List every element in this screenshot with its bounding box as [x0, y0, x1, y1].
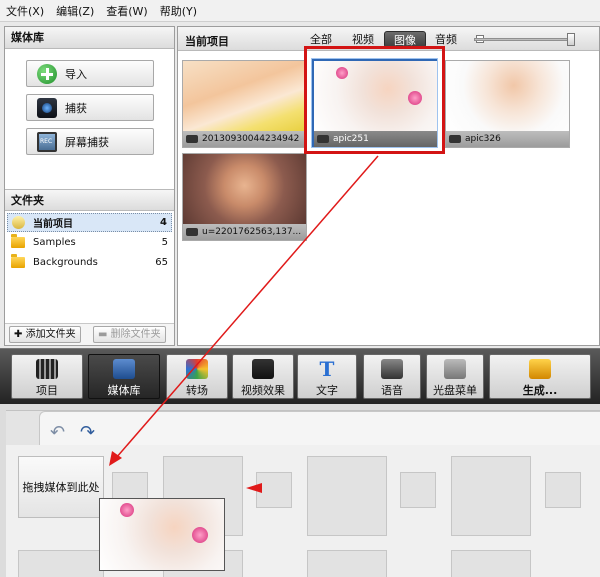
folder-name: Samples — [33, 237, 76, 248]
thumb-image — [183, 154, 306, 224]
folder-list: 当前项目 4 Samples 5 Backgrounds 65 — [5, 211, 174, 341]
delete-folder-button[interactable]: ▬ 删除文件夹 — [93, 326, 166, 343]
toolbar-label: 项目 — [36, 384, 58, 397]
project-icon — [12, 216, 25, 229]
storyboard-tab-bar: ↶ ↷ — [39, 411, 600, 445]
flower-icon — [192, 527, 208, 543]
toolbar-label: 生成... — [522, 384, 558, 397]
menu-view[interactable]: 查看(W) — [106, 3, 147, 19]
storyboard-clip-slot[interactable] — [18, 550, 104, 577]
toolbar-voice-button[interactable]: 语音 — [363, 354, 421, 399]
thumb-caption: 20130930044234942 — [183, 131, 306, 147]
toolbar-video-effects-button[interactable]: 视频效果 — [232, 354, 294, 399]
import-icon — [37, 63, 57, 84]
folder-count: 5 — [161, 237, 168, 248]
folder-item-current-project[interactable]: 当前项目 4 — [7, 213, 172, 232]
thumb-caption: u=2201762563,137... — [183, 224, 306, 240]
toolbar-disc-menu-button[interactable]: 光盘菜单 — [426, 354, 484, 399]
selection-highlight-box — [304, 46, 445, 154]
menu-bar: 文件(X) 编辑(Z) 查看(W) 帮助(Y) — [0, 0, 600, 22]
capture-button[interactable]: 捕获 — [26, 94, 154, 121]
add-folder-label: 添加文件夹 — [25, 329, 76, 340]
disc-menu-icon — [444, 359, 466, 379]
screen-capture-button[interactable]: 屏幕捕获 — [26, 128, 154, 155]
storyboard-transition-slot[interactable] — [545, 472, 581, 508]
capture-label: 捕获 — [65, 101, 87, 115]
folder-item-backgrounds[interactable]: Backgrounds 65 — [7, 253, 172, 272]
storyboard-transition-slot[interactable] — [256, 472, 292, 508]
thumb-image — [446, 61, 569, 131]
toolbar-label: 光盘菜单 — [433, 384, 477, 397]
media-buttons: 导入 捕获 屏幕捕获 — [5, 49, 174, 161]
clapper-icon — [36, 359, 58, 379]
folder-icon — [11, 254, 25, 268]
media-library-icon — [113, 359, 135, 379]
zoom-slider-thumb[interactable] — [567, 33, 575, 46]
flower-icon — [120, 503, 134, 517]
storyboard-clip-slot[interactable] — [451, 456, 531, 536]
screen-capture-label: 屏幕捕获 — [65, 135, 109, 149]
minus-icon: ▬ — [98, 329, 108, 340]
text-icon: T — [319, 357, 335, 381]
transition-icon — [186, 359, 208, 379]
camera-icon — [37, 97, 57, 118]
plus-icon: ✚ — [14, 329, 23, 340]
toolbar-label: 视频效果 — [241, 384, 285, 397]
left-panel: 媒体库 导入 捕获 屏幕捕获 文件夹 当前项目 4 Samples 5 Back… — [4, 26, 175, 346]
delete-folder-label: 删除文件夹 — [110, 329, 161, 340]
screen-record-icon — [37, 131, 57, 152]
toolbar-generate-button[interactable]: 生成... — [489, 354, 591, 399]
storyboard-transition-slot[interactable] — [400, 472, 436, 508]
generate-icon — [529, 359, 551, 379]
folders-title: 文件夹 — [5, 189, 174, 211]
add-folder-button[interactable]: ✚ 添加文件夹 — [9, 326, 81, 343]
storyboard-clip-slot[interactable] — [307, 456, 387, 536]
import-label: 导入 — [65, 67, 87, 81]
media-library-title: 媒体库 — [5, 27, 174, 49]
menu-file[interactable]: 文件(X) — [6, 3, 44, 19]
zoom-slider[interactable] — [474, 38, 568, 41]
media-thumb[interactable]: 20130930044234942 — [182, 60, 307, 148]
dragged-image-preview — [99, 498, 225, 571]
storyboard-body: 拖拽媒体到此处 — [6, 445, 600, 577]
toolbar-label: 文字 — [316, 384, 338, 397]
folder-count: 4 — [160, 217, 167, 228]
thumb-image — [183, 61, 306, 131]
toolbar-media-library-button[interactable]: 媒体库 — [88, 354, 160, 399]
toolbar-text-button[interactable]: T 文字 — [297, 354, 357, 399]
storyboard-panel: ↶ ↷ 拖拽媒体到此处 — [6, 410, 600, 577]
toolbar-label: 媒体库 — [107, 384, 141, 397]
media-thumb[interactable]: apic326 — [445, 60, 570, 148]
microphone-icon — [381, 359, 403, 379]
folder-icon — [11, 234, 25, 248]
menu-help[interactable]: 帮助(Y) — [160, 3, 197, 19]
storyboard-clip-slot[interactable] — [307, 550, 387, 577]
current-project-title: 当前项目 — [185, 35, 229, 48]
folder-actions: ✚ 添加文件夹 ▬ 删除文件夹 — [5, 323, 174, 345]
toolbar-label: 语音 — [381, 384, 403, 397]
folder-count: 65 — [155, 257, 168, 268]
drop-media-here-button[interactable]: 拖拽媒体到此处 — [18, 456, 104, 518]
folder-name: Backgrounds — [33, 257, 98, 268]
storyboard-area: ↶ ↷ 拖拽媒体到此处 — [0, 404, 600, 577]
toolbar-project-button[interactable]: 项目 — [11, 354, 83, 399]
main-toolbar: 项目 媒体库 转场 视频效果 T 文字 语音 光盘菜单 生成... — [0, 348, 600, 404]
thumb-caption: apic326 — [446, 131, 569, 147]
folder-name: 当前项目 — [33, 219, 73, 230]
folder-item-samples[interactable]: Samples 5 — [7, 233, 172, 252]
undo-icon[interactable]: ↶ — [50, 424, 65, 442]
effects-icon — [252, 359, 274, 379]
media-thumb[interactable]: u=2201762563,137... — [182, 153, 307, 241]
toolbar-transition-button[interactable]: 转场 — [166, 354, 228, 399]
import-button[interactable]: 导入 — [26, 60, 154, 87]
menu-edit[interactable]: 编辑(Z) — [56, 3, 94, 19]
toolbar-label: 转场 — [186, 384, 208, 397]
redo-icon[interactable]: ↷ — [80, 424, 95, 442]
storyboard-clip-slot[interactable] — [451, 550, 531, 577]
